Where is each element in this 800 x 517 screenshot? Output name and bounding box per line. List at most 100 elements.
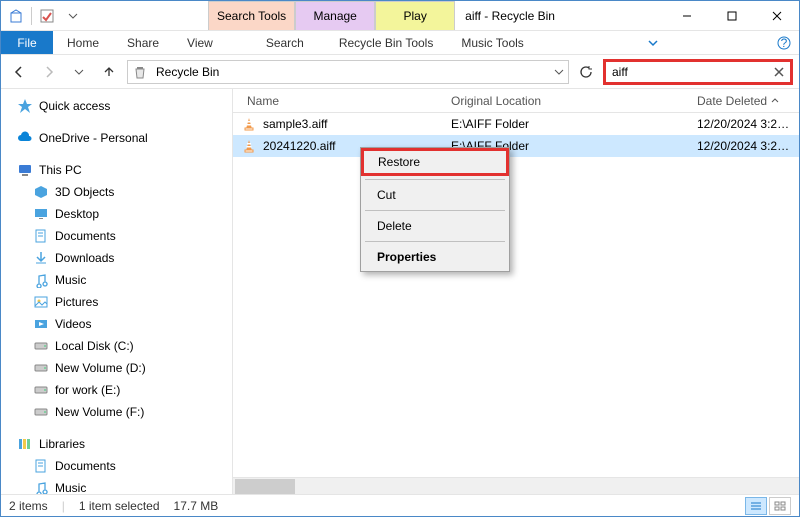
sidebar-item[interactable]: New Volume (D:) (7, 357, 232, 379)
sidebar-item[interactable]: for work (E:) (7, 379, 232, 401)
file-name: sample3.aiff (263, 117, 327, 131)
sidebar-item[interactable]: Downloads (7, 247, 232, 269)
sidebar-item-label: Local Disk (C:) (55, 339, 134, 353)
menu-item-label: Properties (377, 250, 436, 264)
file-name: 20241220.aiff (263, 139, 336, 153)
share-tab[interactable]: Share (113, 31, 173, 54)
column-label: Date Deleted (697, 94, 767, 108)
sidebar-item-libraries[interactable]: Libraries (7, 433, 232, 455)
folder-icon (33, 184, 49, 200)
sidebar-item-quick-access[interactable]: Quick access (7, 95, 232, 117)
forward-button[interactable] (37, 60, 61, 84)
sidebar-item[interactable]: Desktop (7, 203, 232, 225)
column-label: Name (247, 94, 279, 108)
sidebar-item-label: Music (55, 273, 86, 287)
sidebar-item[interactable]: Documents (7, 455, 232, 477)
sidebar-item[interactable]: Videos (7, 313, 232, 335)
recent-dropdown-icon[interactable] (67, 60, 91, 84)
sidebar-item-label: Documents (55, 229, 116, 243)
scrollbar-thumb[interactable] (235, 479, 295, 494)
qat-recycle-icon[interactable] (5, 5, 27, 27)
pc-icon (17, 162, 33, 178)
sidebar-item-onedrive[interactable]: OneDrive - Personal (7, 127, 232, 149)
qat-properties-icon[interactable] (36, 5, 58, 27)
tool-tab-music[interactable]: Music Tools (447, 31, 537, 54)
sidebar-item[interactable]: Music (7, 269, 232, 291)
icons-view-button[interactable] (769, 497, 791, 515)
context-menu-restore[interactable]: Restore (361, 148, 509, 176)
details-view-button[interactable] (745, 497, 767, 515)
recycle-bin-icon (132, 64, 148, 80)
tab-label: File (17, 36, 36, 50)
qat-dropdown-icon[interactable] (62, 5, 84, 27)
home-tab[interactable]: Home (53, 31, 113, 54)
tab-label: Music Tools (461, 36, 523, 50)
sidebar-item[interactable]: New Volume (F:) (7, 401, 232, 423)
ribbon-expand-icon[interactable] (638, 31, 668, 54)
table-row[interactable]: sample3.aiffE:\AIFF Folder12/20/2024 3:2… (233, 113, 799, 135)
minimize-button[interactable] (664, 1, 709, 30)
column-header-date[interactable]: Date Deleted (689, 94, 799, 108)
cloud-icon (17, 130, 33, 146)
context-menu-delete[interactable]: Delete (363, 214, 507, 238)
column-headers: Name Original Location Date Deleted (233, 89, 799, 113)
date-deleted: 12/20/2024 3:20 PM (689, 139, 799, 153)
sidebar-item[interactable]: Pictures (7, 291, 232, 313)
clear-search-icon[interactable] (774, 67, 784, 77)
sidebar-item[interactable]: 3D Objects (7, 181, 232, 203)
context-tab-manage[interactable]: Manage (295, 1, 375, 30)
maximize-button[interactable] (709, 1, 754, 30)
menu-separator (365, 179, 505, 180)
tab-label: Recycle Bin Tools (339, 36, 434, 50)
sidebar-item-label: Quick access (39, 99, 110, 113)
refresh-button[interactable] (575, 61, 597, 83)
status-bar: 2 items | 1 item selected 17.7 MB (1, 494, 799, 516)
sidebar-item[interactable]: Documents (7, 225, 232, 247)
tool-tab-recycle[interactable]: Recycle Bin Tools (325, 31, 448, 54)
search-input[interactable] (612, 65, 768, 79)
breadcrumb[interactable]: Recycle Bin (127, 60, 569, 84)
menu-separator (365, 210, 505, 211)
folder-icon (33, 404, 49, 420)
sidebar-item-label: Pictures (55, 295, 98, 309)
navigation-pane[interactable]: Quick access OneDrive - Personal This PC… (1, 89, 233, 494)
context-menu-cut[interactable]: Cut (363, 183, 507, 207)
folder-icon (33, 338, 49, 354)
context-tab-label: Search Tools (217, 9, 286, 23)
help-icon[interactable]: ? (769, 31, 799, 54)
view-tab[interactable]: View (173, 31, 227, 54)
libraries-icon (17, 436, 33, 452)
context-tab-play[interactable]: Play (375, 1, 455, 30)
context-tab-label: Manage (313, 9, 356, 23)
tab-label: Share (127, 36, 159, 50)
file-tab[interactable]: File (1, 31, 53, 54)
star-icon (17, 98, 33, 114)
file-list[interactable]: sample3.aiff E:\AIFF Folder12/20/2024 3:2… (233, 113, 799, 477)
column-header-original[interactable]: Original Location (443, 94, 689, 108)
context-tab-search[interactable]: Search Tools (208, 1, 295, 30)
tab-label: Home (67, 36, 99, 50)
sidebar-item-this-pc[interactable]: This PC (7, 159, 232, 181)
address-bar: Recycle Bin (1, 55, 799, 89)
sidebar-item[interactable]: Music (7, 477, 232, 494)
up-button[interactable] (97, 60, 121, 84)
sidebar-item[interactable]: Local Disk (C:) (7, 335, 232, 357)
table-row[interactable]: 20241220.aiffE:\AIFF Folder12/20/2024 3:… (233, 135, 799, 157)
tab-label: Search (266, 36, 304, 50)
file-icon (241, 138, 257, 154)
breadcrumb-dropdown-icon[interactable] (554, 67, 564, 77)
search-box[interactable] (603, 59, 793, 85)
context-menu-properties[interactable]: Properties (363, 245, 507, 269)
folder-icon (33, 228, 49, 244)
horizontal-scrollbar[interactable] (233, 477, 799, 494)
status-item-count: 2 items (9, 499, 48, 513)
back-button[interactable] (7, 60, 31, 84)
column-header-name[interactable]: Name (233, 94, 443, 108)
original-location: E:\AIFF Folder (443, 117, 689, 131)
tool-tab-search[interactable]: Search (245, 31, 325, 54)
close-button[interactable] (754, 1, 799, 30)
menu-item-label: Delete (377, 219, 412, 233)
sidebar-item-label: Music (55, 481, 86, 494)
menu-item-label: Restore (378, 155, 420, 169)
folder-icon (33, 316, 49, 332)
